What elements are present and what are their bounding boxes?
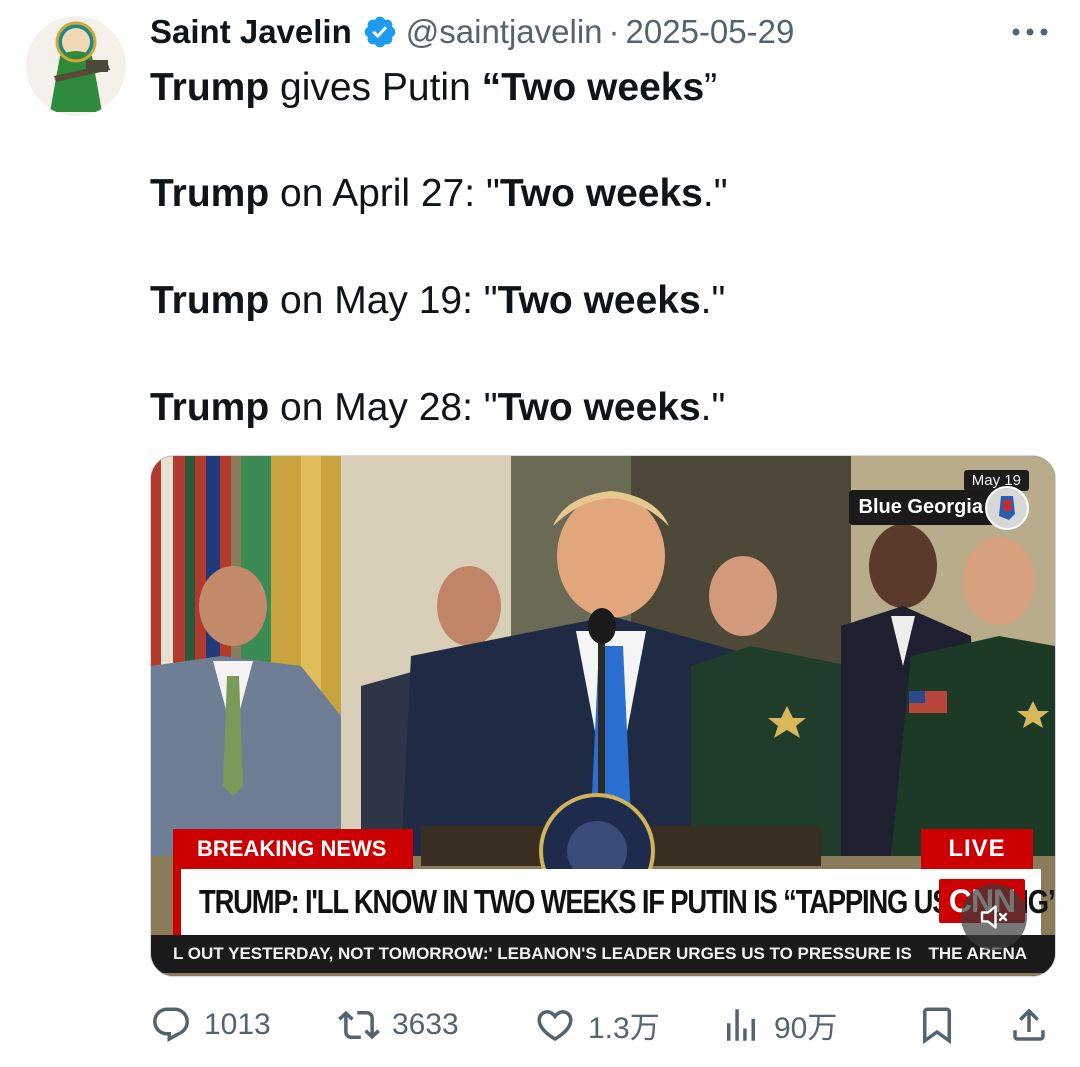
repost-icon <box>338 1010 380 1040</box>
news-ticker: L OUT YESTERDAY, NOT TOMORROW:' LEBANON'… <box>151 935 1055 973</box>
chyron-headline: TRUMP: I'LL KNOW IN TWO WEEKS IF PUTIN I… <box>199 883 1056 920</box>
live-label: LIVE <box>921 829 1033 869</box>
views-icon <box>727 1009 755 1041</box>
share-icon <box>1013 1008 1045 1041</box>
author-name[interactable]: Saint Javelin <box>150 13 352 51</box>
tweet-line-1: Trump gives Putin “Two weeks” <box>150 66 718 109</box>
share-button[interactable] <box>1008 1000 1050 1050</box>
ticker-text: L OUT YESTERDAY, NOT TOMORROW:' LEBANON'… <box>173 944 912 963</box>
separator-dot: · <box>608 13 620 50</box>
video-player[interactable]: May 19 Blue Georgia BREAKING NEWS LIVE T… <box>150 455 1056 977</box>
reply-count: 1013 <box>204 1008 271 1041</box>
blue-georgia-logo-icon <box>985 486 1029 530</box>
repost-count: 3633 <box>392 1008 459 1041</box>
views-count: 90万 <box>774 1012 838 1045</box>
views-button[interactable]: 90万 <box>720 1000 837 1050</box>
action-bar: 1013 3633 1.3万 90万 <box>150 1000 1054 1050</box>
verified-badge-icon <box>362 14 398 50</box>
tweet-line-3: Trump on May 19: "Two weeks." <box>150 279 726 322</box>
tweet-line-4: Trump on May 28: "Two weeks." <box>150 386 726 429</box>
breaking-news-label: BREAKING NEWS <box>173 829 413 869</box>
bookmark-button[interactable] <box>916 1000 958 1050</box>
bookmark-icon <box>923 1007 951 1045</box>
like-icon <box>537 1010 573 1042</box>
brand-overlay: Blue Georgia <box>848 490 995 525</box>
tweet-date[interactable]: 2025-05-29 <box>626 13 795 51</box>
avatar-saint-illustration <box>50 21 110 112</box>
headline-chyron: TRUMP: I'LL KNOW IN TWO WEEKS IF PUTIN I… <box>173 869 1055 935</box>
more-icon[interactable] <box>1010 12 1050 52</box>
like-button[interactable]: 1.3万 <box>534 1000 660 1050</box>
reply-button[interactable]: 1013 <box>150 1000 271 1050</box>
mute-icon[interactable] <box>961 884 1027 950</box>
author-handle[interactable]: @saintjavelin <box>406 13 603 51</box>
tweet-header: Saint Javelin @saintjavelin · 2025-05-29 <box>150 12 794 52</box>
like-count: 1.3万 <box>588 1012 660 1045</box>
reply-icon <box>153 1007 189 1042</box>
repost-button[interactable]: 3633 <box>338 1000 459 1050</box>
avatar[interactable] <box>26 16 126 116</box>
tweet-line-2: Trump on April 27: "Two weeks." <box>150 172 728 215</box>
